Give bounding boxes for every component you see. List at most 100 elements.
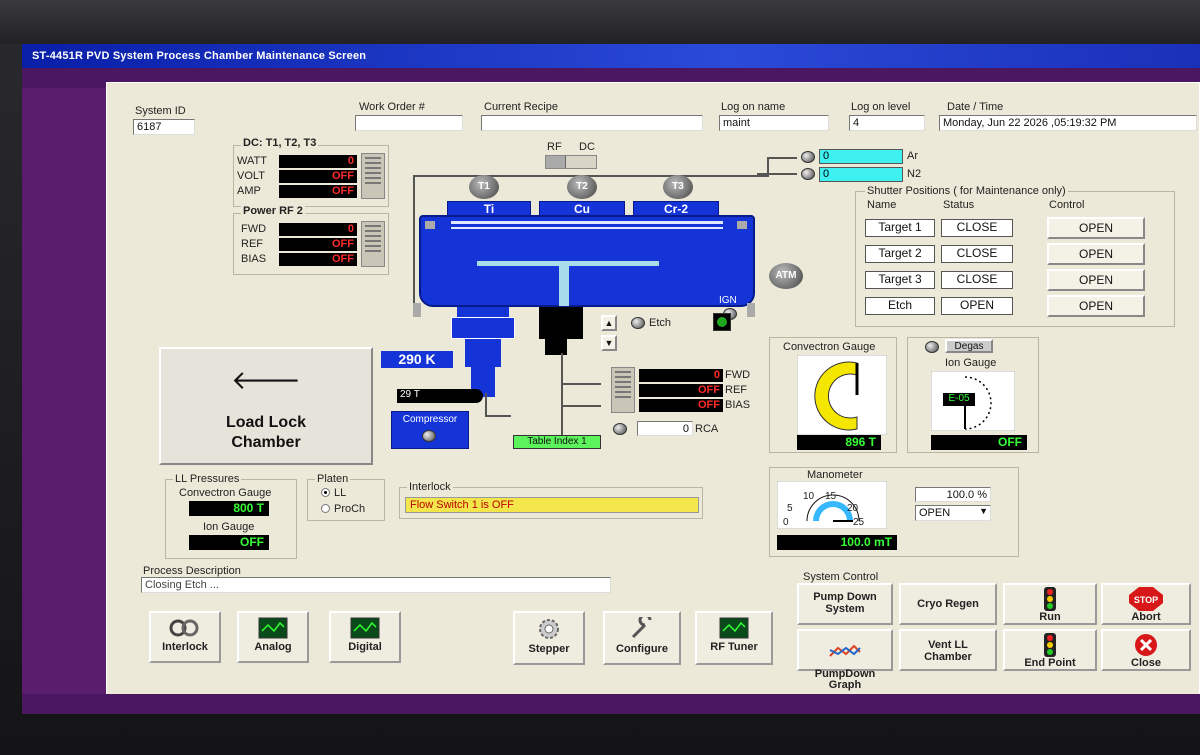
atm-icon[interactable]: ATM <box>769 263 803 289</box>
load-lock-chamber-button[interactable]: 🡐 Load Lock Chamber <box>159 347 373 465</box>
shutter-target3-name: Target 3 <box>865 271 935 289</box>
log-on-level-label: Log on level <box>851 101 911 113</box>
rf-tuner-icon <box>719 617 749 639</box>
wrench-icon <box>631 617 652 639</box>
target-3-knob-icon[interactable]: T3 <box>663 175 693 199</box>
cryo-pressure: 29 T <box>397 389 483 403</box>
etch-rf-slider[interactable] <box>611 367 635 413</box>
chevron-down-icon: ▼ <box>979 506 988 516</box>
date-time-field: Monday, Jun 22 2026 ,05:19:32 PM <box>939 115 1197 131</box>
table-index: Table Index 1 <box>513 435 601 449</box>
log-on-level-field: 4 <box>849 115 925 131</box>
rf-dc-switch[interactable] <box>545 155 597 169</box>
system-id-label: System ID <box>135 105 186 117</box>
shutter-target3-status: CLOSE <box>941 271 1013 289</box>
etch-power-button[interactable] <box>713 313 731 331</box>
current-recipe-label: Current Recipe <box>484 101 558 113</box>
compressor: Compressor <box>391 411 469 449</box>
shutter-etch-status: OPEN <box>941 297 1013 315</box>
vent-ll-chamber-button[interactable]: Vent LL Chamber <box>899 629 997 671</box>
etch-indicator-icon <box>631 317 645 329</box>
rf2-power-slider[interactable] <box>361 221 385 267</box>
etch-ref-value: OFF <box>639 384 723 397</box>
process-chamber <box>419 215 755 307</box>
window-title: ST-4451R PVD System Process Chamber Main… <box>22 44 1200 68</box>
system-control-title: System Control <box>803 571 879 583</box>
cryo-regen-button[interactable]: Cryo Regen <box>899 583 997 625</box>
monitor-frame: ST-4451R PVD System Process Chamber Main… <box>0 0 1200 755</box>
n2-label: N2 <box>907 168 922 180</box>
log-on-name-field[interactable]: maint <box>719 115 829 131</box>
shutter-target1-open-button[interactable]: OPEN <box>1047 217 1145 239</box>
interlock-button[interactable]: Interlock <box>149 611 221 663</box>
pump-down-system-button[interactable]: Pump Down System <box>797 583 893 625</box>
valve-state-select[interactable]: OPEN ▼ <box>915 505 991 521</box>
manometer-dial <box>777 481 887 529</box>
work-order-label: Work Order # <box>359 101 425 113</box>
ign-label: IGN <box>719 295 737 306</box>
platen-proch-radio[interactable]: ProCh <box>321 503 365 515</box>
maintenance-panel: System ID 6187 Work Order # Current Reci… <box>106 82 1200 702</box>
system-id-field: 6187 <box>133 119 195 135</box>
stop-sign-icon: STOP <box>1129 587 1163 611</box>
convectron-gauge-value: 896 T <box>797 435 881 450</box>
process-description-field: Closing Etch ... <box>141 577 611 593</box>
end-point-button[interactable]: End Point <box>1003 629 1097 671</box>
ar-label: Ar <box>907 150 918 162</box>
cryo-temperature: 290 K <box>381 351 453 368</box>
n2-valve-icon[interactable] <box>801 168 815 180</box>
dc-power-slider[interactable] <box>361 153 385 199</box>
degas-indicator-icon <box>925 341 939 353</box>
dc-volt-value: OFF <box>279 170 357 183</box>
compressor-button-icon[interactable] <box>422 430 436 442</box>
interlock-icon <box>169 619 199 637</box>
shutter-target3-open-button[interactable]: OPEN <box>1047 269 1145 291</box>
convectron-gauge-dial <box>797 355 887 435</box>
digital-button[interactable]: Digital <box>329 611 401 663</box>
log-on-name-label: Log on name <box>721 101 786 113</box>
run-button[interactable]: Run <box>1003 583 1097 625</box>
digital-icon <box>350 617 380 639</box>
ar-valve-icon[interactable] <box>801 151 815 163</box>
dc-panel-title: DC: T1, T2, T3 <box>241 137 319 149</box>
cryo-pump <box>451 307 515 399</box>
traffic-light-icon <box>1044 587 1056 611</box>
ar-flow-value[interactable]: 0 <box>819 149 903 164</box>
degas-button[interactable]: Degas <box>945 339 993 353</box>
rf-tuner-button[interactable]: RF Tuner <box>695 611 773 665</box>
manometer-value: 100.0 mT <box>777 535 897 550</box>
close-button[interactable]: Close <box>1101 629 1191 671</box>
manometer-percent-field[interactable]: 100.0 % <box>915 487 991 502</box>
close-icon <box>1135 634 1157 656</box>
shutter-target2-name: Target 2 <box>865 245 935 263</box>
analog-button[interactable]: Analog <box>237 611 309 663</box>
ion-gauge-reading: E-05 <box>943 393 975 406</box>
shutter-target1-status: CLOSE <box>941 219 1013 237</box>
arrow-left-icon: 🡐 <box>231 365 301 395</box>
rf2-ref-value: OFF <box>279 238 357 251</box>
ll-convectron-value: 800 T <box>189 501 269 516</box>
target-2-knob-icon[interactable]: T2 <box>567 175 597 199</box>
gear-icon <box>539 619 559 639</box>
shutter-etch-name: Etch <box>865 297 935 315</box>
dc-watt-value: 0 <box>279 155 357 168</box>
rf2-fwd-value: 0 <box>279 223 357 236</box>
configure-button[interactable]: Configure <box>603 611 681 665</box>
stepper-button[interactable]: Stepper <box>513 611 585 665</box>
rca-value[interactable]: 0 <box>637 421 693 436</box>
interlock-message: Flow Switch 1 is OFF <box>405 497 699 513</box>
table-up-arrow-icon[interactable]: ▲ <box>601 315 617 331</box>
current-recipe-field[interactable] <box>481 115 703 131</box>
table-down-arrow-icon[interactable]: ▼ <box>601 335 617 351</box>
target-1-knob-icon[interactable]: T1 <box>469 175 499 199</box>
n2-flow-value[interactable]: 0 <box>819 167 903 182</box>
shutter-etch-open-button[interactable]: OPEN <box>1047 295 1145 317</box>
abort-button[interactable]: STOP Abort <box>1101 583 1191 625</box>
pumpdown-graph-button[interactable]: PumpDown Graph <box>797 629 893 691</box>
etch-bias-value: OFF <box>639 399 723 412</box>
compressor-label: Compressor <box>402 414 458 425</box>
platen-ll-radio[interactable]: LL <box>321 487 346 499</box>
work-order-field[interactable] <box>355 115 463 131</box>
rf2-panel-title: Power RF 2 <box>241 205 305 217</box>
shutter-target2-open-button[interactable]: OPEN <box>1047 243 1145 265</box>
